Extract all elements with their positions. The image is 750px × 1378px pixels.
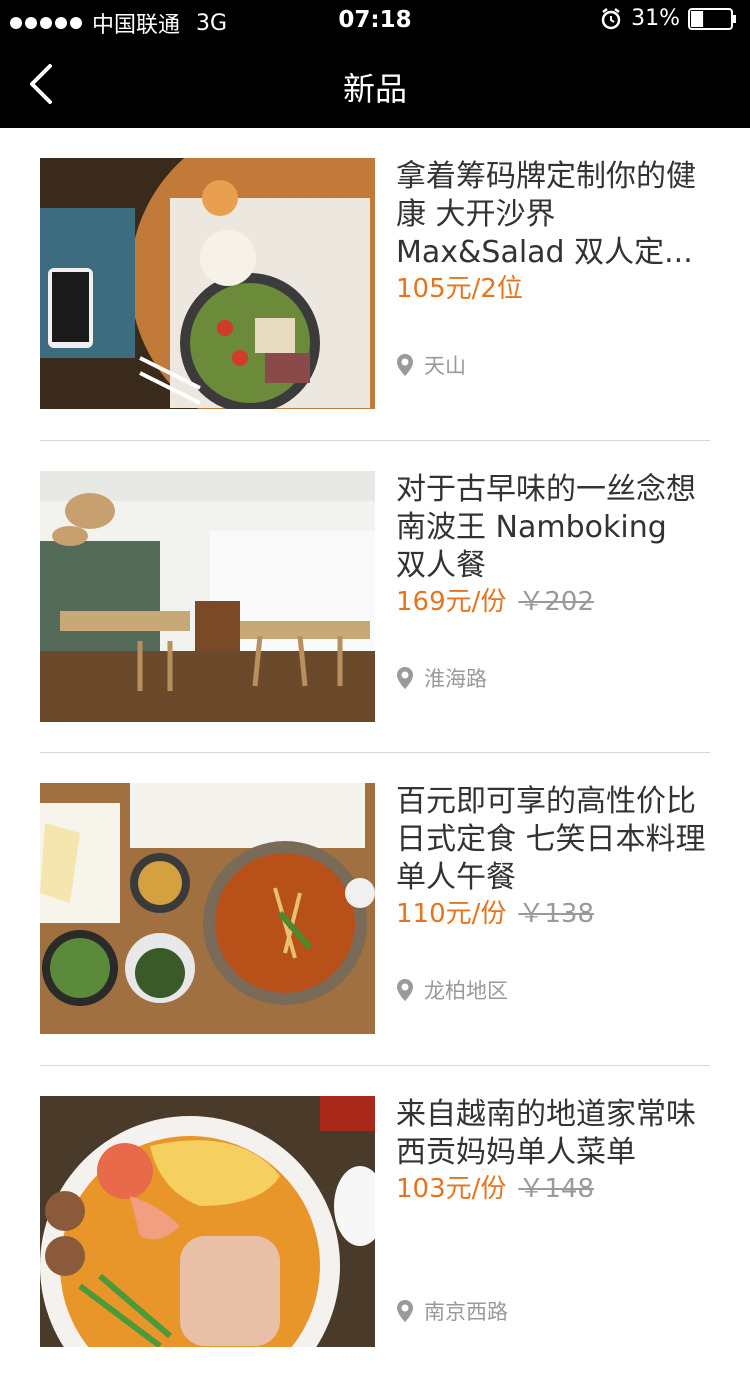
location-row: 南京西路	[396, 1296, 508, 1326]
deal-location: 龙柏地区	[424, 975, 508, 1005]
location-pin-icon	[396, 978, 414, 1002]
page-title: 新品	[0, 64, 750, 110]
deal-item[interactable]: 来自越南的地道家常味 西贡妈妈单人菜单 103元/份 ￥148 南京西路	[0, 1066, 750, 1378]
deal-location: 淮海路	[424, 663, 487, 693]
deal-list: 拿着筹码牌定制你的健康 大开沙界 Max&Salad 双人定... 105元/2…	[0, 128, 750, 1378]
original-price: ￥148	[518, 1174, 594, 1204]
deal-location: 南京西路	[424, 1296, 508, 1326]
deal-thumbnail	[40, 1096, 375, 1347]
status-right: 31%	[599, 6, 738, 31]
deal-price: 103元/份	[396, 1174, 506, 1204]
deal-item[interactable]: 百元即可享的高性价比日式定食 七笑日本料理单人午餐 110元/份 ￥138 龙柏地…	[0, 753, 750, 1066]
location-row: 淮海路	[396, 663, 487, 693]
deal-title: 百元即可享的高性价比日式定食 七笑日本料理单人午餐	[396, 783, 706, 897]
original-price: ￥138	[518, 899, 594, 929]
battery-icon	[688, 8, 738, 30]
location-row: 天山	[396, 350, 466, 380]
location-pin-icon	[396, 666, 414, 690]
location-row: 龙柏地区	[396, 975, 508, 1005]
deal-title: 对于古早味的一丝念想 南波王 Namboking 双人餐	[396, 471, 706, 585]
status-bar: 中国联通 3G 07:18 31%	[0, 0, 750, 40]
original-price: ￥202	[518, 587, 594, 617]
deal-item[interactable]: 对于古早味的一丝念想 南波王 Namboking 双人餐 169元/份￥202 …	[0, 441, 750, 754]
location-pin-icon	[396, 1299, 414, 1323]
nav-bar: 新品	[0, 40, 750, 128]
deal-thumbnail	[40, 471, 375, 722]
price-row: 103元/份 ￥148	[396, 1172, 594, 1206]
deal-title: 拿着筹码牌定制你的健康 大开沙界 Max&Salad 双人定...	[396, 158, 706, 272]
deal-location: 天山	[424, 350, 466, 380]
price-row: 105元/2位	[396, 272, 523, 306]
deal-price: 110元/份	[396, 899, 506, 929]
location-pin-icon	[396, 353, 414, 377]
deal-title: 来自越南的地道家常味 西贡妈妈单人菜单	[396, 1096, 706, 1172]
deal-price: 169元/份	[396, 587, 506, 617]
deal-thumbnail	[40, 158, 375, 409]
deal-price: 105元/2位	[396, 274, 523, 304]
deal-thumbnail	[40, 783, 375, 1034]
price-row: 110元/份 ￥138	[396, 897, 594, 931]
battery-percent: 31%	[631, 6, 680, 31]
price-row: 169元/份 ￥202	[396, 585, 594, 619]
deal-item[interactable]: 拿着筹码牌定制你的健康 大开沙界 Max&Salad 双人定... 105元/2…	[0, 128, 750, 441]
alarm-clock-icon	[599, 7, 623, 31]
